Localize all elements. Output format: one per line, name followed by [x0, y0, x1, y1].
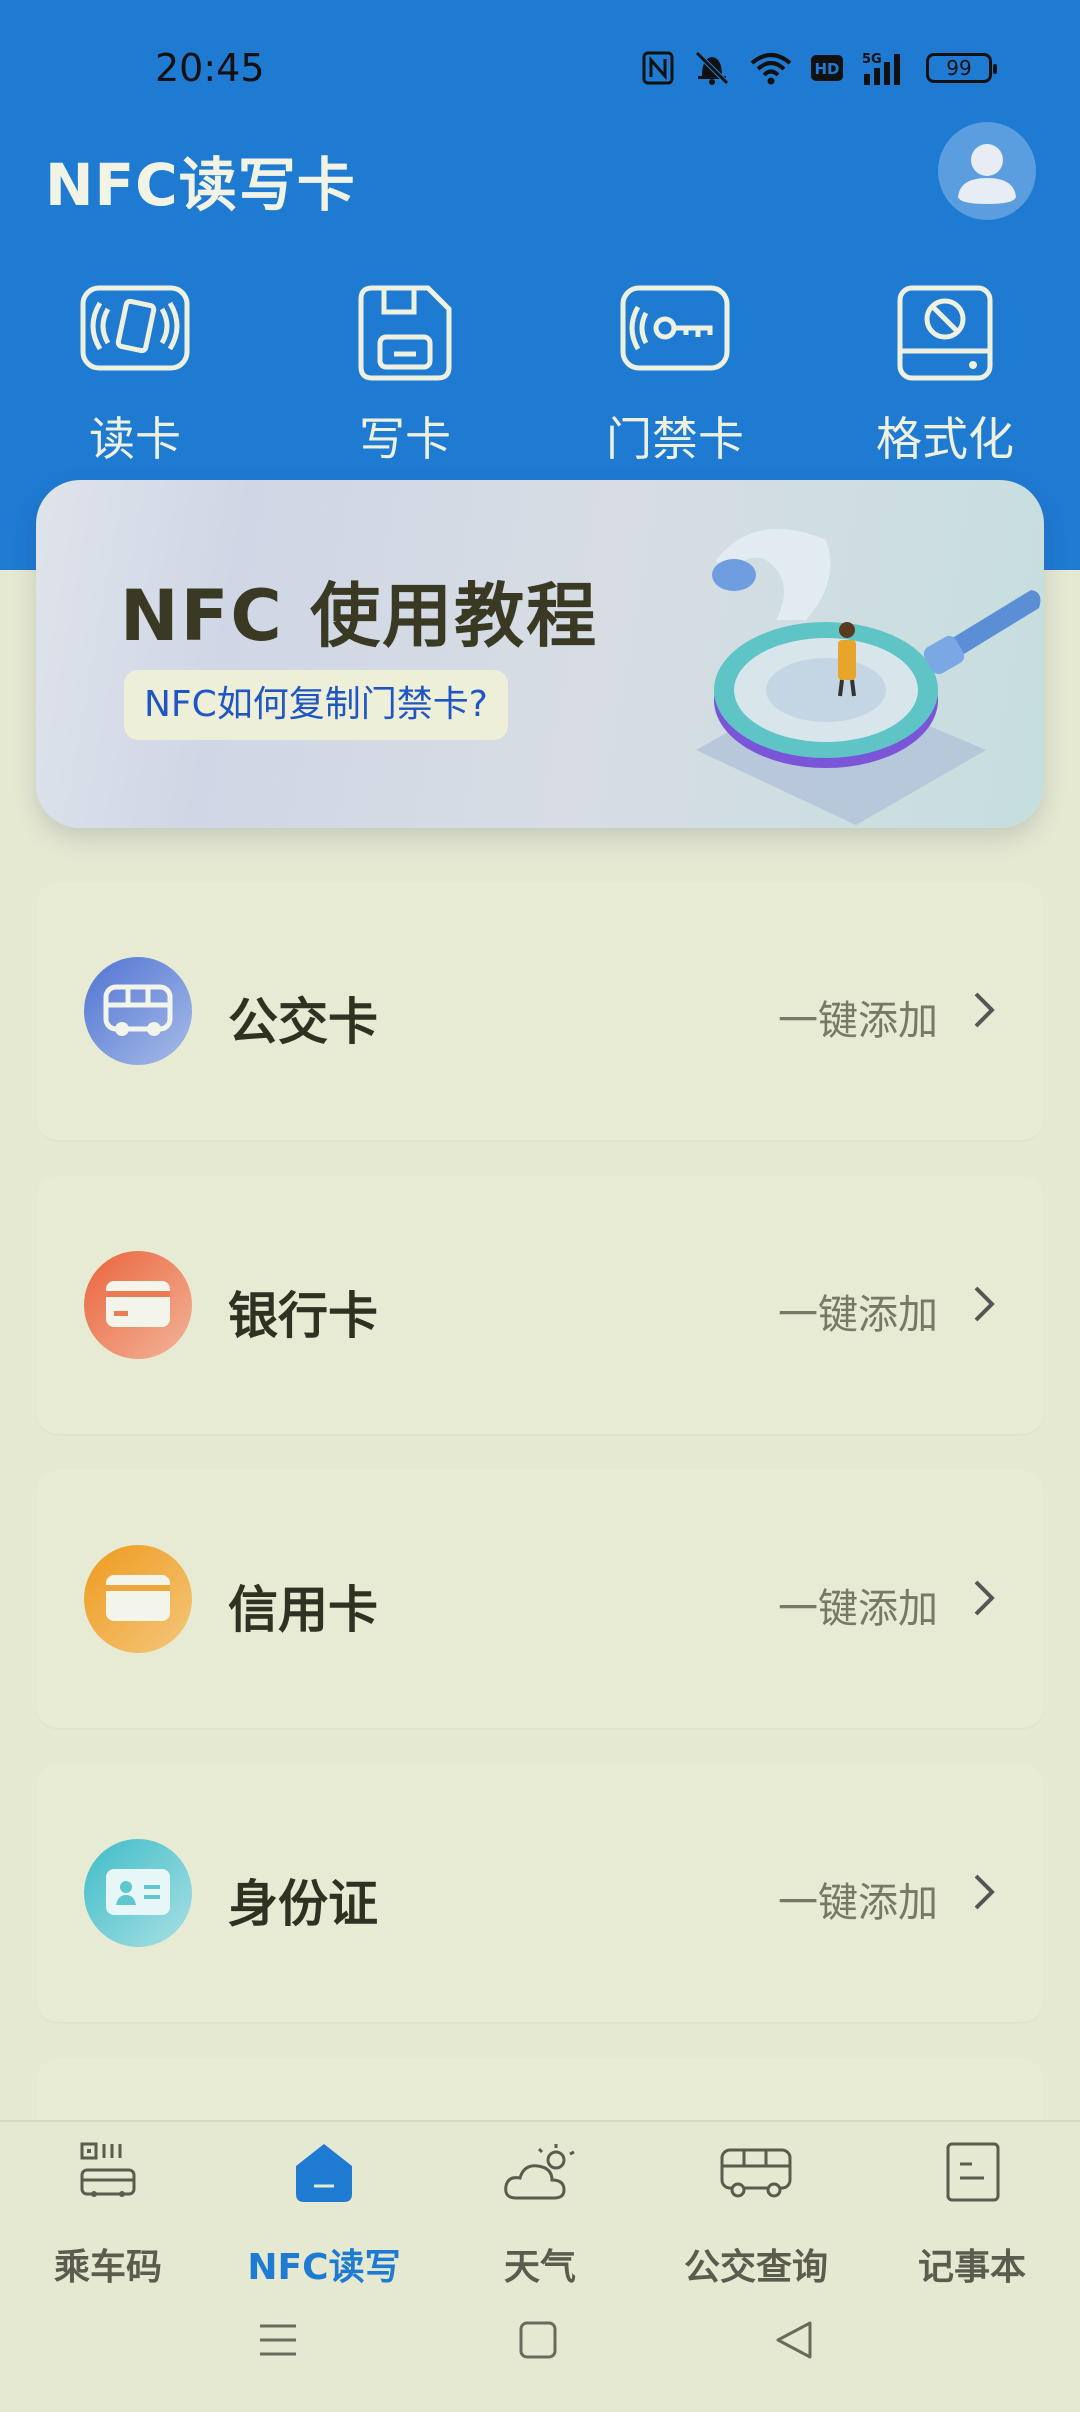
- card-id[interactable]: 身份证 一键添加: [36, 1764, 1044, 2022]
- nav-bus-query[interactable]: 公交查询: [648, 2140, 864, 2290]
- format-drive-icon: [897, 285, 993, 381]
- card-bus-action[interactable]: 一键添加: [778, 988, 938, 1046]
- card-bus-title: 公交卡: [228, 993, 378, 1051]
- nav-nfc-label: NFC读写: [247, 2247, 401, 2288]
- access-key-icon: [620, 285, 730, 371]
- wifi-icon: [750, 53, 792, 85]
- banner-title: NFC 使用教程: [120, 575, 599, 657]
- svg-text:HD: HD: [814, 60, 839, 78]
- banner-subtitle-link[interactable]: NFC如何复制门禁卡?: [124, 670, 508, 740]
- home-square-icon[interactable]: [518, 2320, 558, 2360]
- menu-icon[interactable]: [258, 2320, 298, 2360]
- write-card-label: 写卡: [359, 412, 451, 466]
- status-time: 20:45: [155, 46, 265, 90]
- bus-icon: [103, 984, 173, 1036]
- user-avatar-button[interactable]: [938, 122, 1036, 220]
- read-card-button[interactable]: 读卡: [35, 285, 235, 475]
- card-bank[interactable]: 银行卡 一键添加: [36, 1176, 1044, 1434]
- magnifier-illustration: [696, 528, 1041, 825]
- nav-ride-code-label: 乘车码: [53, 2247, 162, 2288]
- signal-5g-icon: 5G: [862, 52, 900, 85]
- nav-notebook[interactable]: 记事本: [864, 2140, 1080, 2290]
- bank-card-icon: [106, 1281, 170, 1327]
- nav-bus-query-label: 公交查询: [683, 2247, 828, 2288]
- bus-icon-badge: [84, 957, 192, 1065]
- qr-bus-icon: [80, 2142, 136, 2197]
- chevron-right-icon: [974, 1286, 995, 1322]
- bank-card-icon-badge: [84, 1251, 192, 1359]
- credit-card-icon: [106, 1575, 170, 1621]
- nav-nfc[interactable]: NFC读写: [216, 2140, 432, 2290]
- weather-cloud-icon: [504, 2144, 575, 2200]
- floppy-save-icon: [358, 285, 452, 381]
- bus-query-icon: [720, 2148, 792, 2198]
- write-card-button[interactable]: 写卡: [305, 285, 505, 475]
- chevron-right-icon: [974, 1874, 995, 1910]
- format-button[interactable]: 格式化: [845, 285, 1045, 475]
- card-credit-action[interactable]: 一键添加: [778, 1576, 938, 1634]
- id-card-icon: [106, 1869, 170, 1915]
- nav-notebook-label: 记事本: [917, 2247, 1026, 2288]
- notebook-icon: [946, 2142, 1000, 2202]
- nav-weather-label: 天气: [503, 2247, 576, 2288]
- card-id-action[interactable]: 一键添加: [778, 1870, 938, 1928]
- card-credit-title: 信用卡: [228, 1581, 378, 1639]
- status-icons: HD 5G 99: [642, 48, 997, 88]
- credit-card-icon-badge: [84, 1545, 192, 1653]
- status-bar: 20:45 HD 5G 99: [0, 0, 1080, 140]
- nfc-status-icon: [642, 51, 674, 85]
- back-icon[interactable]: [774, 2320, 814, 2360]
- mute-bell-icon: [695, 51, 729, 85]
- hd-icon: HD: [811, 55, 843, 81]
- system-nav-bar: [0, 2300, 1080, 2412]
- user-icon: [958, 144, 1016, 204]
- format-label: 格式化: [876, 412, 1014, 466]
- card-bank-action[interactable]: 一键添加: [778, 1282, 938, 1340]
- read-card-label: 读卡: [89, 412, 181, 466]
- chevron-right-icon: [974, 992, 995, 1028]
- app-title: NFC读写卡: [45, 151, 356, 219]
- access-card-label: 门禁卡: [606, 412, 744, 466]
- access-card-button[interactable]: 门禁卡: [575, 285, 775, 475]
- tutorial-banner[interactable]: NFC 使用教程 NFC如何复制门禁卡?: [36, 480, 1044, 828]
- nfc-card-read-icon: [80, 285, 190, 371]
- chevron-right-icon: [974, 1580, 995, 1616]
- nav-ride-code[interactable]: 乘车码: [0, 2140, 216, 2290]
- svg-text:5G: 5G: [862, 52, 882, 67]
- nav-weather[interactable]: 天气: [432, 2140, 648, 2290]
- card-id-title: 身份证: [228, 1875, 378, 1933]
- quick-actions: 读卡 写卡 门禁卡 格式化: [0, 285, 1080, 475]
- card-credit[interactable]: 信用卡 一键添加: [36, 1470, 1044, 1728]
- card-bus[interactable]: 公交卡 一键添加: [36, 882, 1044, 1140]
- home-icon: [296, 2144, 352, 2202]
- battery-indicator: 99: [926, 53, 997, 83]
- card-bank-title: 银行卡: [228, 1287, 378, 1345]
- id-card-icon-badge: [84, 1839, 192, 1947]
